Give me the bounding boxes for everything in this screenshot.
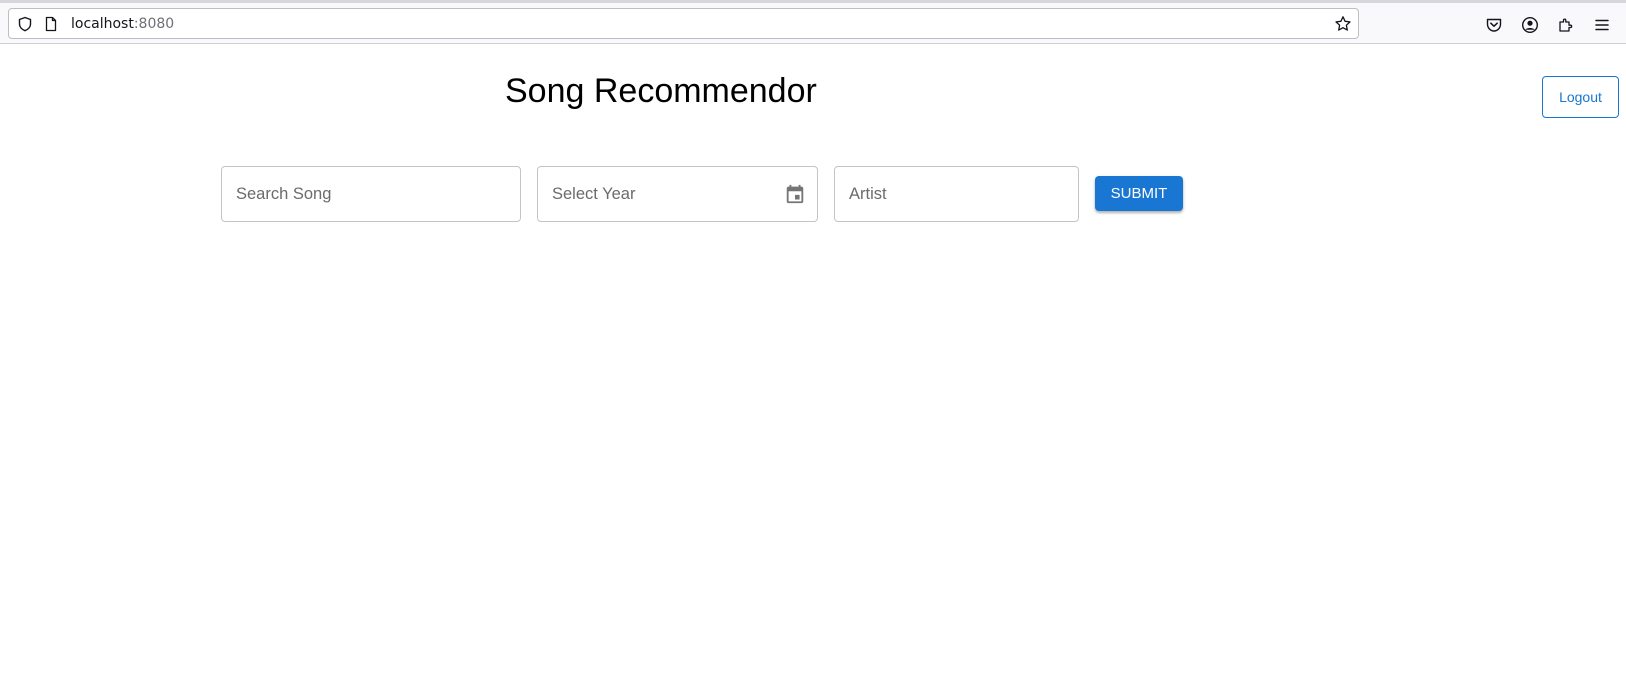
calendar-icon[interactable]	[783, 182, 807, 206]
page-icon	[42, 15, 60, 33]
pocket-icon[interactable]	[1484, 15, 1504, 35]
logout-button[interactable]: Logout	[1542, 76, 1619, 118]
page-title: Song Recommendor	[505, 72, 817, 110]
search-song-field	[221, 166, 521, 222]
search-song-input[interactable]	[222, 167, 520, 221]
select-year-field	[537, 166, 818, 222]
extensions-icon[interactable]	[1556, 15, 1576, 35]
shield-icon[interactable]	[16, 15, 34, 33]
artist-field	[834, 166, 1079, 222]
select-year-input[interactable]	[538, 167, 817, 221]
url-port: :8080	[133, 16, 175, 32]
menu-icon[interactable]	[1592, 15, 1612, 35]
star-icon[interactable]	[1334, 15, 1352, 33]
url-text[interactable]: localhost:8080	[71, 16, 174, 32]
account-icon[interactable]	[1520, 15, 1540, 35]
artist-input[interactable]	[835, 167, 1078, 221]
url-bar[interactable]: localhost:8080	[8, 8, 1359, 39]
browser-toolbar: localhost:8080	[0, 0, 1626, 44]
submit-button[interactable]: SUBMIT	[1095, 176, 1183, 211]
url-host: localhost	[71, 16, 134, 32]
